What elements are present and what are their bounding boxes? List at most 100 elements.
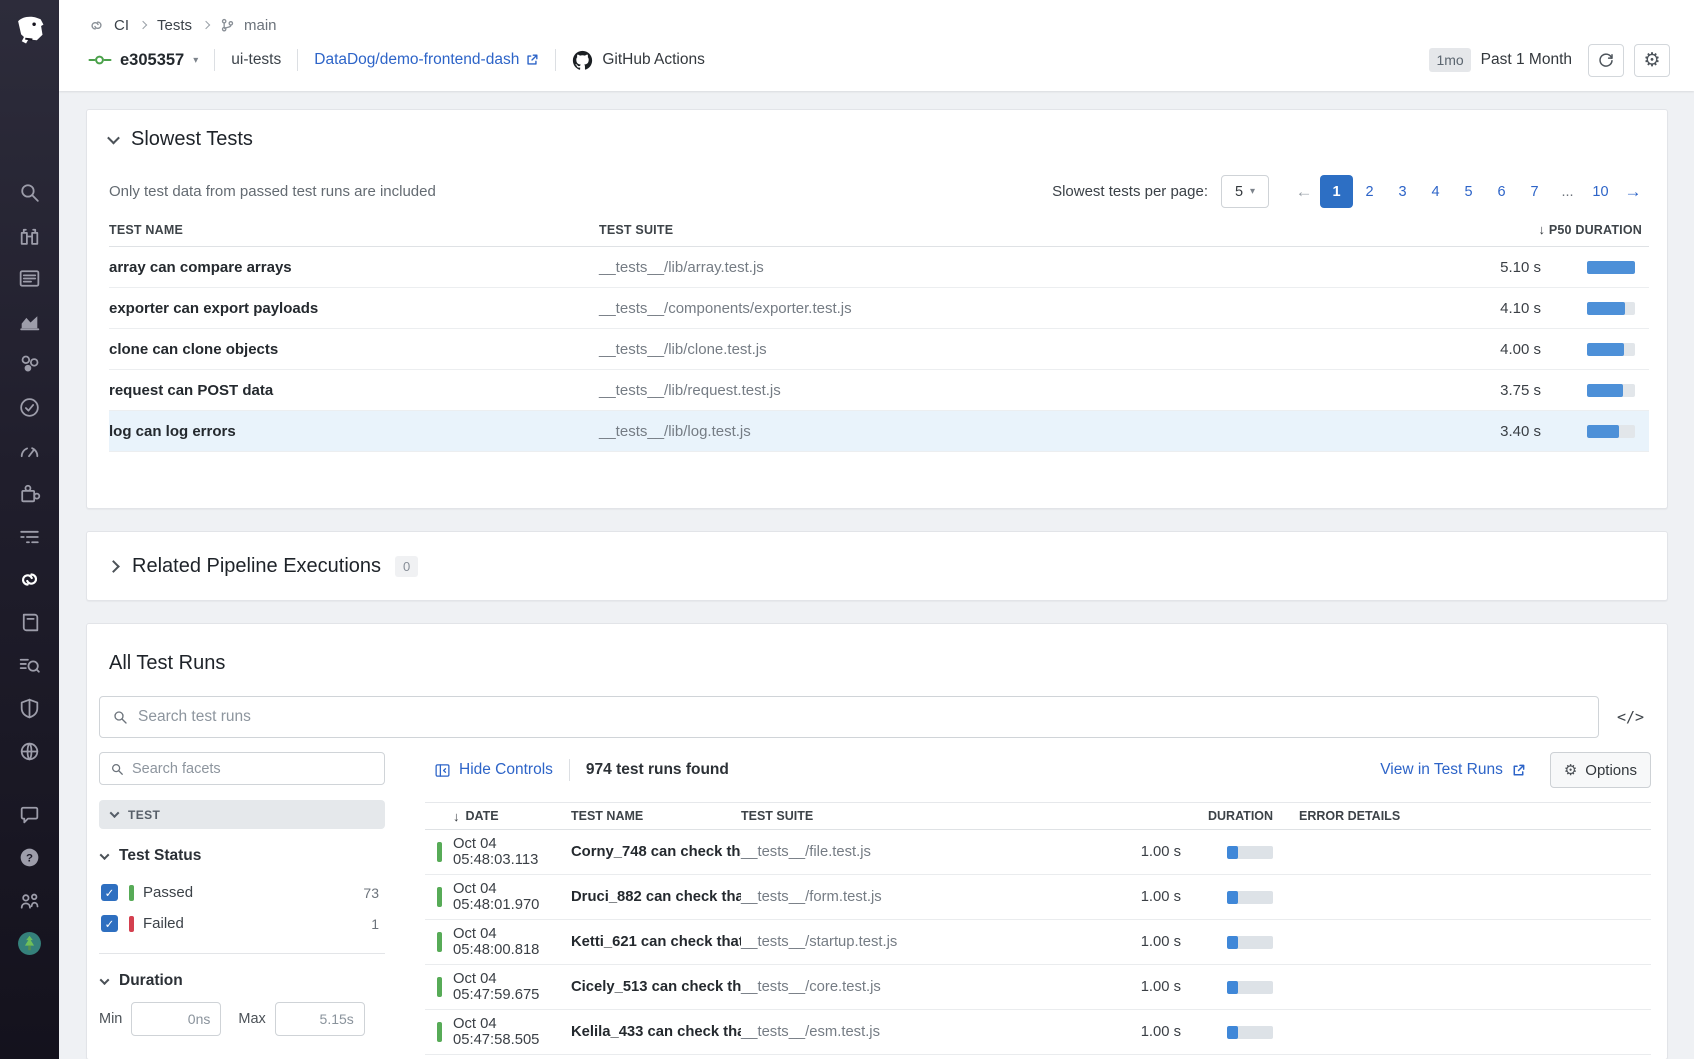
checkbox-checked[interactable]: ✓ (101, 915, 118, 932)
sidebar-item-monitors[interactable] (0, 386, 59, 429)
sidebar-item-integrations[interactable] (0, 472, 59, 515)
facet-search[interactable] (99, 752, 385, 785)
collapse-chevron-icon (99, 974, 110, 985)
duration-value: 4.10 s (1500, 299, 1541, 317)
caret-down-icon[interactable]: ▾ (193, 55, 198, 66)
per-page-select[interactable]: 5 ▾ (1221, 175, 1269, 208)
sidebar-item-log-explorer[interactable] (0, 644, 59, 687)
page-button[interactable]: 6 (1485, 175, 1518, 208)
sidebar-item-help[interactable]: ? (0, 836, 59, 879)
hide-controls-button[interactable]: Hide Controls (434, 761, 553, 779)
test-name: log can log errors (109, 422, 236, 440)
run-test-name: Cicely_513 can check that i... (571, 979, 741, 995)
sidebar-item-infrastructure[interactable] (0, 343, 59, 386)
facet-option-failed[interactable]: ✓ Failed 1 (99, 908, 385, 939)
test-run-row[interactable]: Oct 04 05:48:03.113 Corny_748 can check … (425, 830, 1651, 875)
commit-sha[interactable]: e305357 (120, 51, 184, 70)
search-icon (114, 711, 127, 724)
sidebar-item-chat[interactable] (0, 793, 59, 836)
column-header-test-suite[interactable]: TEST SUITE (741, 809, 981, 823)
page-button[interactable]: 4 (1419, 175, 1452, 208)
test-run-row[interactable]: Oct 04 05:47:58.505 Kelila_433 can check… (425, 1010, 1651, 1055)
sidebar-item-metrics[interactable] (0, 300, 59, 343)
slowest-tests-card: Slowest Tests Only test data from passed… (86, 109, 1668, 509)
run-duration: 1.00 s (1140, 844, 1181, 860)
table-row-highlighted[interactable]: log can log errors __tests__/lib/log.tes… (109, 411, 1649, 452)
view-in-test-runs-link[interactable]: View in Test Runs (1380, 761, 1526, 779)
column-header-error-details[interactable]: ERROR DETAILS (1299, 809, 1651, 823)
time-range-label[interactable]: Past 1 Month (1481, 51, 1572, 69)
sidebar-item-search[interactable] (0, 171, 59, 214)
monitor-check-icon (20, 398, 39, 417)
options-button[interactable]: ⚙ Options (1549, 752, 1651, 788)
duration-bar (1227, 980, 1273, 994)
sidebar-item-network[interactable] (0, 730, 59, 773)
settings-button[interactable]: ⚙ (1634, 43, 1670, 77)
provider-label: GitHub Actions (602, 51, 705, 68)
table-row[interactable]: array can compare arrays __tests__/lib/a… (109, 247, 1649, 288)
table-row[interactable]: request can POST data __tests__/lib/requ… (109, 370, 1649, 411)
test-run-row[interactable]: Oct 04 05:48:01.970 Druci_882 can check … (425, 875, 1651, 920)
page-button[interactable]: 1 (1320, 175, 1353, 208)
next-page-arrow[interactable]: → (1617, 175, 1649, 208)
caret-down-icon: ▾ (1250, 186, 1256, 197)
test-run-row[interactable]: Oct 04 05:47:59.675 Cicely_513 can check… (425, 965, 1651, 1010)
search-input[interactable] (138, 708, 1586, 726)
repo-link[interactable]: DataDog/demo-frontend-dash (314, 51, 539, 69)
page-button[interactable]: 3 (1386, 175, 1419, 208)
test-runs-search[interactable] (99, 696, 1599, 738)
per-page-label: Slowest tests per page: (1052, 183, 1208, 200)
page-button[interactable]: 2 (1353, 175, 1386, 208)
breadcrumb-app[interactable]: CI (114, 17, 129, 34)
breadcrumb-section[interactable]: Tests (157, 17, 192, 34)
test-suite: __tests__/lib/log.test.js (599, 422, 751, 440)
sidebar-item-ci[interactable] (0, 558, 59, 601)
refresh-button[interactable] (1588, 43, 1624, 77)
column-header-test-name[interactable]: TEST NAME (571, 809, 741, 823)
duration-max-input[interactable] (274, 1002, 365, 1036)
test-name: clone can clone objects (109, 340, 279, 358)
breadcrumb-branch[interactable]: main (244, 17, 277, 34)
sidebar-item-organization[interactable] (0, 879, 59, 922)
facet-option-passed[interactable]: ✓ Passed 73 (99, 877, 385, 908)
test-run-row[interactable]: Oct 04 05:48:00.818 Ketti_621 can check … (425, 920, 1651, 965)
gauge-icon (20, 447, 39, 458)
page-button[interactable]: 10 (1584, 175, 1617, 208)
sidebar-item-pipelines[interactable] (0, 515, 59, 558)
page-button[interactable]: 5 (1452, 175, 1485, 208)
github-icon (573, 50, 593, 70)
test-name: request can POST data (109, 381, 274, 399)
page-button[interactable]: 7 (1518, 175, 1551, 208)
prev-page-arrow[interactable]: ← (1288, 175, 1320, 208)
related-pipelines-card[interactable]: Related Pipeline Executions 0 (86, 531, 1668, 601)
code-view-icon[interactable]: </> (1617, 708, 1644, 726)
table-row[interactable]: clone can clone objects __tests__/lib/cl… (109, 329, 1649, 370)
sidebar-item-notebooks[interactable] (0, 601, 59, 644)
facet-group-test[interactable]: TEST (99, 800, 385, 829)
page-ellipsis: ... (1561, 183, 1574, 200)
facet-search-input[interactable] (132, 760, 374, 777)
column-header-p50-duration[interactable]: ↓ P50 DURATION (1371, 222, 1649, 237)
facet-test-status[interactable]: Test Status (99, 847, 385, 865)
column-header-date[interactable]: ↓ DATE (453, 809, 571, 824)
datadog-logo[interactable] (0, 0, 59, 59)
table-row[interactable]: exporter can export payloads __tests__/c… (109, 288, 1649, 329)
sidebar-item-apm[interactable] (0, 429, 59, 472)
column-header-test-suite[interactable]: TEST SUITE (599, 223, 1371, 237)
sidebar-item-dashboards[interactable] (0, 257, 59, 300)
time-range-badge[interactable]: 1mo (1429, 48, 1471, 72)
facet-count: 1 (371, 915, 379, 932)
column-header-test-name[interactable]: TEST NAME (109, 223, 599, 237)
related-pipelines-count: 0 (395, 555, 419, 577)
facet-duration[interactable]: Duration (99, 972, 385, 990)
expand-chevron-icon[interactable] (107, 559, 120, 573)
run-test-name: Druci_882 can check that it... (571, 889, 741, 905)
checkbox-checked[interactable]: ✓ (101, 884, 118, 901)
search-icon (111, 763, 123, 775)
sidebar-item-watchdog[interactable] (0, 214, 59, 257)
sidebar-item-avatar[interactable] (0, 922, 59, 965)
collapse-chevron-icon[interactable] (107, 131, 120, 145)
sidebar-item-security[interactable] (0, 687, 59, 730)
column-header-duration[interactable]: DURATION (1181, 809, 1299, 823)
duration-min-input[interactable] (131, 1002, 222, 1036)
